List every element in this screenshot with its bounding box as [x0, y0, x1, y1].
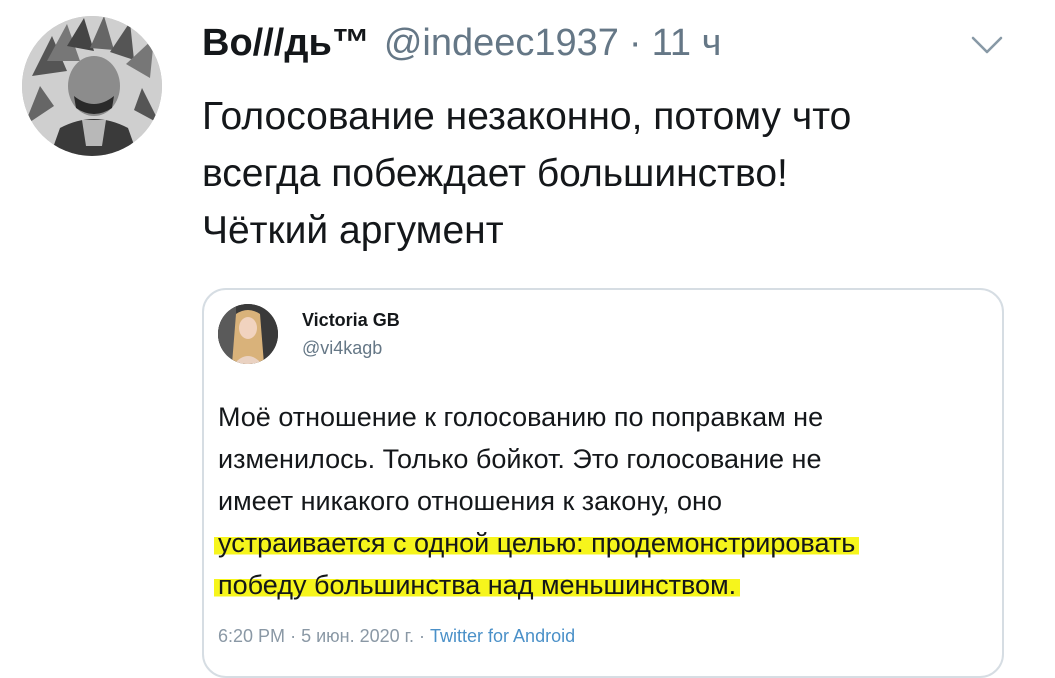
user-avatar[interactable] [22, 16, 162, 156]
chevron-down-icon[interactable] [970, 34, 1004, 56]
quoted-source[interactable]: Twitter for Android [430, 626, 575, 646]
quoted-display-name[interactable]: Victoria GB [302, 310, 400, 331]
tweet-text: Голосование незаконно, потому что всегда… [202, 88, 1022, 259]
highlighted-text: устраивается с одной целью: продемонстри… [214, 528, 860, 558]
tweet-text-line: Голосование незаконно, потому что [202, 95, 852, 138]
quoted-text-line: имеет никакого отношения к закону, оно [218, 480, 998, 522]
timestamp[interactable]: 11 ч [652, 22, 722, 65]
quoted-tweet[interactable]: Victoria GB @vi4kagb Моё отношение к гол… [202, 288, 1004, 678]
quoted-avatar-image [218, 304, 278, 364]
user-handle[interactable]: @indeec1937 [384, 22, 619, 65]
tweet-text-line: Чёткий аргумент [202, 209, 504, 252]
quoted-avatar[interactable] [218, 304, 278, 364]
quoted-text-span: Моё отношение к голосованию по поправкам… [218, 402, 824, 432]
tweet: Во///дь™ @indeec1937 · 11 ч Голосование … [0, 0, 1055, 678]
quoted-text-span: имеет никакого отношения к закону, оно [218, 486, 722, 516]
avatar-image [22, 16, 162, 156]
quoted-handle[interactable]: @vi4kagb [302, 338, 382, 359]
separator: · [628, 22, 642, 64]
separator: · [419, 626, 426, 646]
tweet-header: Во///дь™ @indeec1937 · 11 ч [202, 22, 721, 66]
quoted-text-line: победу большинства над меньшинством. [214, 564, 998, 606]
quoted-date[interactable]: 5 июн. 2020 г. [301, 626, 414, 646]
quoted-footer: 6:20 PM · 5 июн. 2020 г. · Twitter for A… [218, 626, 575, 647]
quoted-time[interactable]: 6:20 PM [218, 626, 285, 646]
quoted-text-line: изменилось. Только бойкот. Это голосован… [218, 438, 998, 480]
quoted-text-line: устраивается с одной целью: продемонстри… [214, 522, 998, 564]
tweet-text-line: всегда побеждает большинство! [202, 152, 788, 195]
display-name[interactable]: Во///дь™ [202, 22, 370, 65]
quoted-text-line: Моё отношение к голосованию по поправкам… [218, 396, 998, 438]
quoted-text-span: изменилось. Только бойкот. Это голосован… [218, 444, 822, 474]
highlighted-text: победу большинства над меньшинством. [214, 570, 741, 600]
quoted-text: Моё отношение к голосованию по поправкам… [214, 396, 998, 606]
separator: · [290, 626, 297, 646]
